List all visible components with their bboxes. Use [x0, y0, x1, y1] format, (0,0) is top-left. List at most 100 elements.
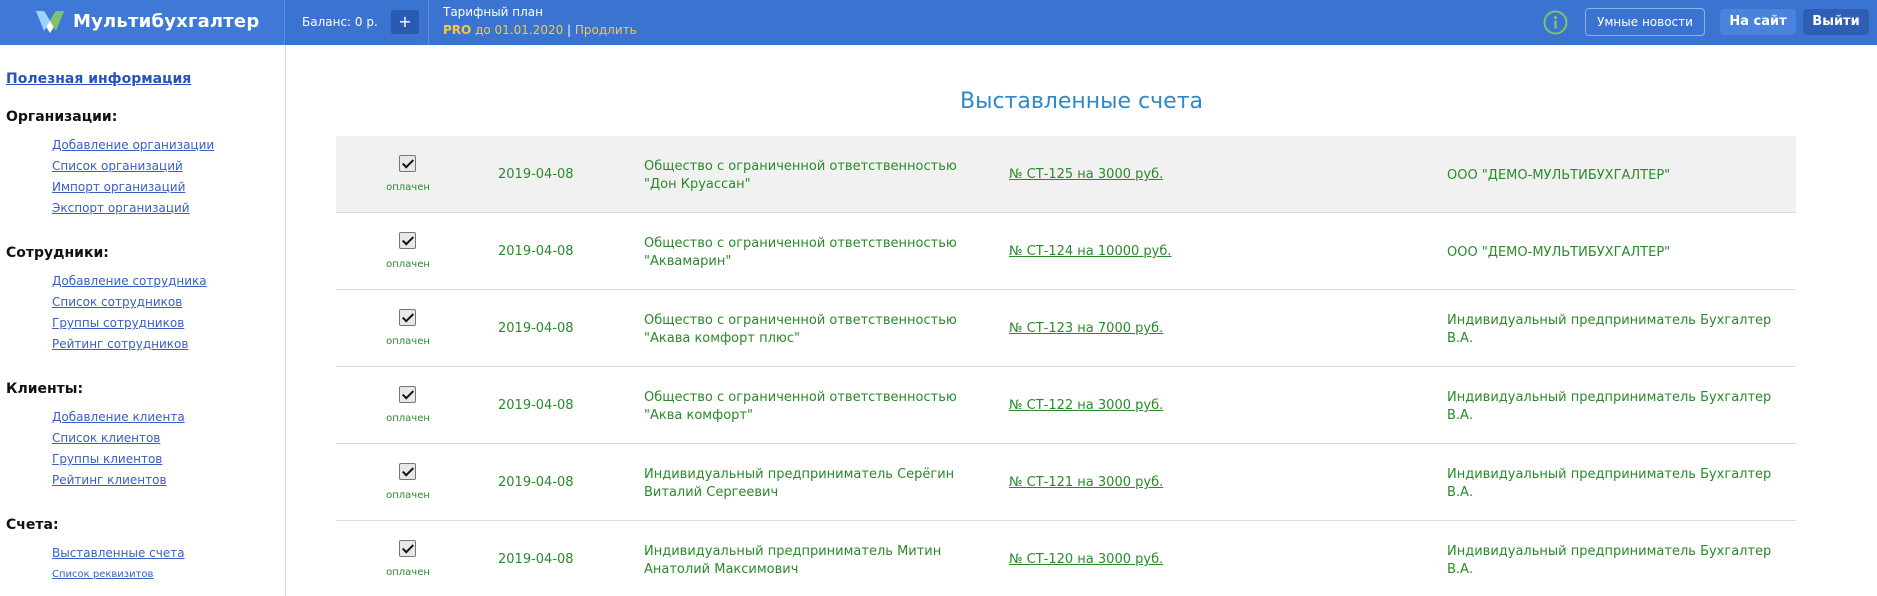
status-label: оплачен — [386, 567, 430, 578]
paid-checkbox[interactable] — [399, 155, 416, 172]
logout-button[interactable]: Выйти — [1803, 9, 1869, 35]
sidebar-link-export-organizations[interactable]: Экспорт организаций — [52, 201, 190, 215]
paid-checkbox[interactable] — [399, 463, 416, 480]
tariff-area: Тарифный план PRO до 01.01.2020 | Продли… — [428, 0, 988, 45]
section-title-employees: Сотрудники: — [6, 245, 109, 261]
sidebar-link-issued-invoices[interactable]: Выставленные счета — [52, 546, 185, 560]
client-name: Общество с ограниченной ответственностью… — [644, 235, 984, 271]
extend-link[interactable]: Продлить — [575, 23, 637, 37]
logo-area[interactable]: Мультибухгалтер — [0, 0, 285, 45]
issuer-name-line2: В.А. — [1447, 408, 1474, 423]
invoice-link[interactable]: № СТ-123 на 7000 руб. — [1009, 321, 1163, 336]
status-label: оплачен — [386, 182, 430, 193]
issuer-name-line1: Индивидуальный предприниматель Бухгалтер — [1447, 390, 1772, 405]
issuer-name: ООО "ДЕМО-МУЛЬТИБУХГАЛТЕР" — [1447, 167, 1787, 185]
client-name-line1: Общество с ограниченной ответственностью — [644, 313, 957, 328]
sidebar: Полезная информация Организации: Добавле… — [0, 45, 286, 596]
issuer-name: Индивидуальный предприниматель Бухгалтер… — [1447, 389, 1787, 425]
sidebar-link-client-list[interactable]: Список клиентов — [52, 431, 160, 445]
invoice-link[interactable]: № СТ-120 на 3000 руб. — [1009, 552, 1163, 567]
issuer-name-line2: В.А. — [1447, 485, 1474, 500]
smart-news-button[interactable]: Умные новости — [1585, 8, 1705, 36]
invoice-link[interactable]: № СТ-125 на 3000 руб. — [1009, 167, 1163, 182]
invoice-row: оплачен 2019-04-08 Индивидуальный предпр… — [336, 521, 1796, 596]
brand-name: Мультибухгалтер — [73, 11, 260, 32]
client-name: Общество с ограниченной ответственностью… — [644, 312, 984, 348]
issuer-name: Индивидуальный предприниматель Бухгалтер… — [1447, 312, 1787, 348]
paid-checkbox[interactable] — [399, 232, 416, 249]
invoice-date: 2019-04-08 — [498, 321, 574, 336]
issuer-name-line1: ООО "ДЕМО-МУЛЬТИБУХГАЛТЕР" — [1447, 245, 1671, 260]
sidebar-link-add-client[interactable]: Добавление клиента — [52, 410, 185, 424]
tariff-plan: PRO — [443, 23, 472, 37]
paid-checkbox[interactable] — [399, 540, 416, 557]
to-site-button[interactable]: На сайт — [1720, 9, 1796, 35]
client-name: Индивидуальный предприниматель Митин Ана… — [644, 543, 984, 579]
invoice-link[interactable]: № СТ-122 на 3000 руб. — [1009, 398, 1163, 413]
tariff-separator: | — [563, 23, 575, 37]
issuer-name-line1: Индивидуальный предприниматель Бухгалтер — [1447, 544, 1772, 559]
logo-icon — [36, 11, 64, 33]
client-name: Индивидуальный предприниматель Серёгин В… — [644, 466, 984, 502]
issuer-name-line1: Индивидуальный предприниматель Бухгалтер — [1447, 313, 1772, 328]
issuer-name: ООО "ДЕМО-МУЛЬТИБУХГАЛТЕР" — [1447, 244, 1787, 262]
section-title-invoices: Счета: — [6, 517, 59, 533]
section-title-clients: Клиенты: — [6, 381, 84, 397]
client-name-line2: Виталий Сергеевич — [644, 485, 779, 500]
sidebar-link-requisites-list[interactable]: Список реквизитов — [52, 569, 153, 580]
section-title-organizations: Организации: — [6, 109, 118, 125]
client-name-line1: Индивидуальный предприниматель Митин — [644, 544, 942, 559]
client-name-line1: Общество с ограниченной ответственностью — [644, 236, 957, 251]
invoice-row: оплачен 2019-04-08 Общество с ограниченн… — [336, 136, 1796, 213]
sidebar-link-import-organizations[interactable]: Импорт организаций — [52, 180, 185, 194]
info-icon[interactable] — [1543, 10, 1568, 35]
client-name-line2: "Дон Круассан" — [644, 177, 751, 192]
invoice-date: 2019-04-08 — [498, 475, 574, 490]
invoice-row: оплачен 2019-04-08 Общество с ограниченн… — [336, 290, 1796, 367]
issuer-name-line1: ООО "ДЕМО-МУЛЬТИБУХГАЛТЕР" — [1447, 168, 1671, 183]
issuer-name: Индивидуальный предприниматель Бухгалтер… — [1447, 543, 1787, 579]
balance-area: Баланс: 0 р. + — [286, 0, 427, 45]
invoice-row: оплачен 2019-04-08 Индивидуальный предпр… — [336, 444, 1796, 521]
invoice-link[interactable]: № СТ-121 на 3000 руб. — [1009, 475, 1163, 490]
client-name-line1: Индивидуальный предприниматель Серёгин — [644, 467, 955, 482]
tariff-until: до 01.01.2020 — [471, 23, 564, 37]
client-name-line1: Общество с ограниченной ответственностью — [644, 390, 957, 405]
invoice-row: оплачен 2019-04-08 Общество с ограниченн… — [336, 213, 1796, 290]
issuer-name: Индивидуальный предприниматель Бухгалтер… — [1447, 466, 1787, 502]
sidebar-link-client-rating[interactable]: Рейтинг клиентов — [52, 473, 167, 487]
client-name-line2: "Аква комфорт" — [644, 408, 753, 423]
invoice-date: 2019-04-08 — [498, 552, 574, 567]
sidebar-link-add-employee[interactable]: Добавление сотрудника — [52, 274, 207, 288]
client-name-line1: Общество с ограниченной ответственностью — [644, 159, 957, 174]
invoice-row: оплачен 2019-04-08 Общество с ограниченн… — [336, 367, 1796, 444]
useful-info-link[interactable]: Полезная информация — [6, 71, 191, 87]
sidebar-link-add-organization[interactable]: Добавление организации — [52, 138, 214, 152]
balance-label: Баланс: 0 р. — [302, 15, 378, 29]
client-name-line2: "Аквамарин" — [644, 254, 732, 269]
client-name: Общество с ограниченной ответственностью… — [644, 158, 984, 194]
client-name-line2: Анатолий Максимович — [644, 562, 799, 577]
sidebar-link-organization-list[interactable]: Список организаций — [52, 159, 183, 173]
issuer-name-line2: В.А. — [1447, 331, 1474, 346]
client-name-line2: "Акава комфорт плюс" — [644, 331, 800, 346]
tariff-line: PRO до 01.01.2020 | Продлить — [443, 23, 637, 37]
invoice-link[interactable]: № СТ-124 на 10000 руб. — [1009, 244, 1172, 259]
sidebar-link-employee-groups[interactable]: Группы сотрудников — [52, 316, 184, 330]
status-label: оплачен — [386, 259, 430, 270]
add-balance-button[interactable]: + — [391, 10, 419, 34]
status-label: оплачен — [386, 413, 430, 424]
invoice-date: 2019-04-08 — [498, 244, 574, 259]
issuer-name-line2: В.А. — [1447, 562, 1474, 577]
paid-checkbox[interactable] — [399, 386, 416, 403]
invoice-date: 2019-04-08 — [498, 167, 574, 182]
status-label: оплачен — [386, 336, 430, 347]
invoice-date: 2019-04-08 — [498, 398, 574, 413]
sidebar-link-employee-list[interactable]: Список сотрудников — [52, 295, 182, 309]
sidebar-link-employee-rating[interactable]: Рейтинг сотрудников — [52, 337, 188, 351]
sidebar-link-client-groups[interactable]: Группы клиентов — [52, 452, 162, 466]
issuer-name-line1: Индивидуальный предприниматель Бухгалтер — [1447, 467, 1772, 482]
top-bar: Мультибухгалтер Баланс: 0 р. + Тарифный … — [0, 0, 1877, 45]
page-title: Выставленные счета — [959, 89, 1203, 114]
paid-checkbox[interactable] — [399, 309, 416, 326]
